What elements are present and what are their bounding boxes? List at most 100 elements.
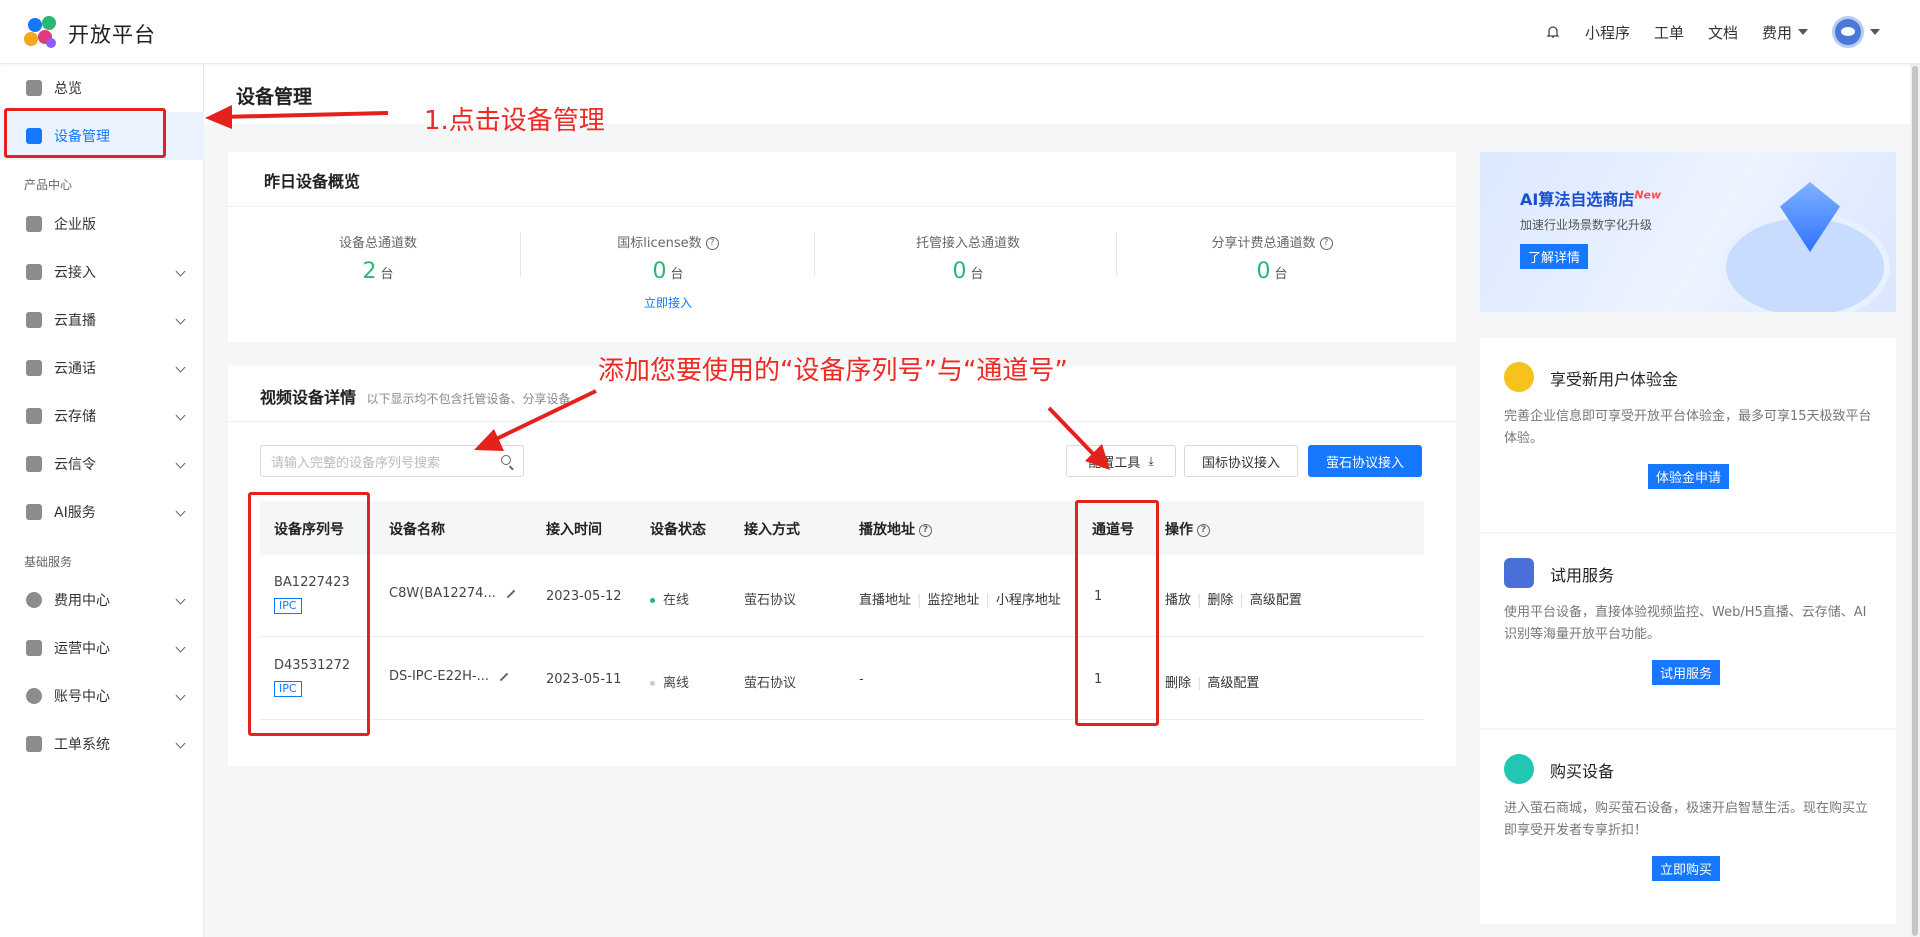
sidebar-item-enterprise[interactable]: 企业版 [0,200,204,248]
highlight-device-management [4,108,166,158]
nav-docs[interactable]: 文档 [1708,22,1738,43]
user-icon [26,688,42,704]
caret-down-icon [1798,29,1808,35]
col-play: 播放地址? [859,519,932,539]
sidebar-item-billing[interactable]: 费用中心 [0,576,204,624]
sidebar: 总览 设备管理 产品中心 企业版 云接入 云直播 云通话 云存储 云信令 AI服… [0,64,204,937]
logo-icon [24,16,60,52]
chevron-down-icon [175,266,186,277]
status-dot [650,681,655,686]
play-cell: - [859,672,864,687]
divider [520,232,521,276]
learn-more-button[interactable]: 了解详情 [1520,244,1589,269]
trial-fund-button[interactable]: 体验金申请 [1648,464,1730,489]
shield-icon [26,264,42,280]
help-icon[interactable]: ? [919,523,932,537]
config-tool-button[interactable]: 配置工具 ⤓ [1066,445,1176,477]
ops-cell: 删除 | 高级配置 [1165,676,1260,691]
chevron-down-icon [175,738,186,749]
app-title: 开放平台 [68,23,156,47]
card-text: 完善企业信息即可享受开放平台体验金，最多可享15天极致平台体验。 [1504,409,1872,446]
nav-fee[interactable]: 费用 [1762,22,1808,43]
user-menu[interactable] [1832,16,1880,48]
yen-icon [26,592,42,608]
advanced-config-link[interactable]: 高级配置 [1207,676,1259,691]
stat-gb-license: 国标license数? 0台 立即接入 [518,232,818,311]
annotation-step2: 添加您要使用的“设备序列号”与“通道号” [598,356,1068,386]
divider [814,232,815,276]
col-time: 接入时间 [546,522,602,538]
page-title: 设备管理 [236,86,313,108]
help-icon[interactable]: ? [705,237,719,250]
card-title: 购买设备 [1550,762,1615,781]
overview-title: 昨日设备概览 [264,172,361,191]
sidebar-item-cloud-signal[interactable]: 云信令 [0,440,204,488]
miniprogram-url-link[interactable]: 小程序地址 [996,593,1061,608]
delete-link[interactable]: 删除 [1207,593,1233,608]
monitor-url-link[interactable]: 监控地址 [927,593,979,608]
access-now-link[interactable]: 立即接入 [518,294,818,311]
nav-ticket[interactable]: 工单 [1654,22,1684,43]
new-badge: New [1634,188,1662,202]
bell-icon[interactable] [1545,24,1561,40]
divider [228,206,1456,207]
banner-title: AI算法自选商店 [1520,190,1635,209]
logo[interactable]: 开放平台 [24,16,156,52]
nav-miniprogram[interactable]: 小程序 [1585,22,1630,43]
help-icon[interactable]: ? [1197,523,1210,537]
sidebar-item-cloud-access[interactable]: 云接入 [0,248,204,296]
serial-search-input[interactable]: 请输入完整的设备序列号搜索 [260,445,524,477]
chart-icon [26,640,42,656]
ys-protocol-button[interactable]: 萤石协议接入 [1308,445,1422,477]
sidebar-item-operations[interactable]: 运营中心 [0,624,204,672]
divider [1116,232,1117,276]
time-cell: 2023-05-11 [546,672,622,687]
user-icon [1504,362,1534,392]
sidebar-item-ai-service[interactable]: AI服务 [0,488,204,536]
edit-icon[interactable] [506,589,516,598]
help-icon[interactable]: ? [1319,237,1333,250]
chevron-down-icon [175,594,186,605]
scrollbar-thumb[interactable] [1912,66,1918,936]
live-url-link[interactable]: 直播地址 [859,593,911,608]
sidebar-item-account[interactable]: 账号中心 [0,672,204,720]
status-dot [650,598,655,603]
buy-now-button[interactable]: 立即购买 [1652,856,1721,881]
card-text: 使用平台设备，直接体验视频监控、Web/H5直播、云存储、AI识别等海量开放平台… [1504,605,1867,642]
advanced-config-link[interactable]: 高级配置 [1250,593,1302,608]
sidebar-item-tickets[interactable]: 工单系统 [0,720,204,768]
gb-protocol-button[interactable]: 国标协议接入 [1184,445,1298,477]
col-name: 设备名称 [389,522,445,538]
sidebar-item-cloud-call[interactable]: 云通话 [0,344,204,392]
delete-link[interactable]: 删除 [1165,676,1191,691]
sidebar-item-cloud-live[interactable]: 云直播 [0,296,204,344]
sidebar-item-cloud-storage[interactable]: 云存储 [0,392,204,440]
avatar [1832,16,1864,48]
home-icon [26,80,42,96]
annotation-step1: 1.点击设备管理 [424,106,605,136]
play-link[interactable]: 播放 [1165,593,1191,608]
sidebar-item-overview[interactable]: 总览 [0,64,204,112]
document-icon [26,736,42,752]
table-row: D43531272 IPC DS-IPC-E22H-... 2023-05-11 … [260,638,1424,720]
details-subtitle: 以下显示均不包含托管设备、分享设备 [366,392,571,406]
edit-icon[interactable] [499,672,509,681]
device-name-cell: C8W(BA12274... [389,586,516,601]
chevron-down-icon [175,410,186,421]
ai-store-banner[interactable]: AI算法自选商店New 加速行业场景数字化升级 了解详情 [1480,152,1896,312]
bookmark-icon [1504,558,1534,588]
table-header: 设备序列号 设备名称 接入时间 设备状态 接入方式 播放地址? 通道号 操作? [260,501,1424,555]
stat-hosted-channels: 托管接入总通道数 0台 [915,236,1020,284]
caret-down-icon [1870,29,1880,35]
stat-shared-channels: 分享计费总通道数? 0台 [1122,232,1422,284]
scrollbar[interactable] [1910,64,1920,937]
divider [228,421,1456,422]
trial-service-button[interactable]: 试用服务 [1652,660,1721,685]
sidebar-group-basic: 基础服务 [24,555,73,569]
sidebar-group-product: 产品中心 [24,178,73,192]
overview-card: 昨日设备概览 设备总通道数 2台 国标license数? 0台 立即接入 托管接… [228,152,1456,342]
status-cell: 在线 [650,589,689,608]
highlight-channel-column [1075,500,1159,726]
download-icon: ⤓ [1148,453,1154,468]
search-icon[interactable] [501,455,511,465]
